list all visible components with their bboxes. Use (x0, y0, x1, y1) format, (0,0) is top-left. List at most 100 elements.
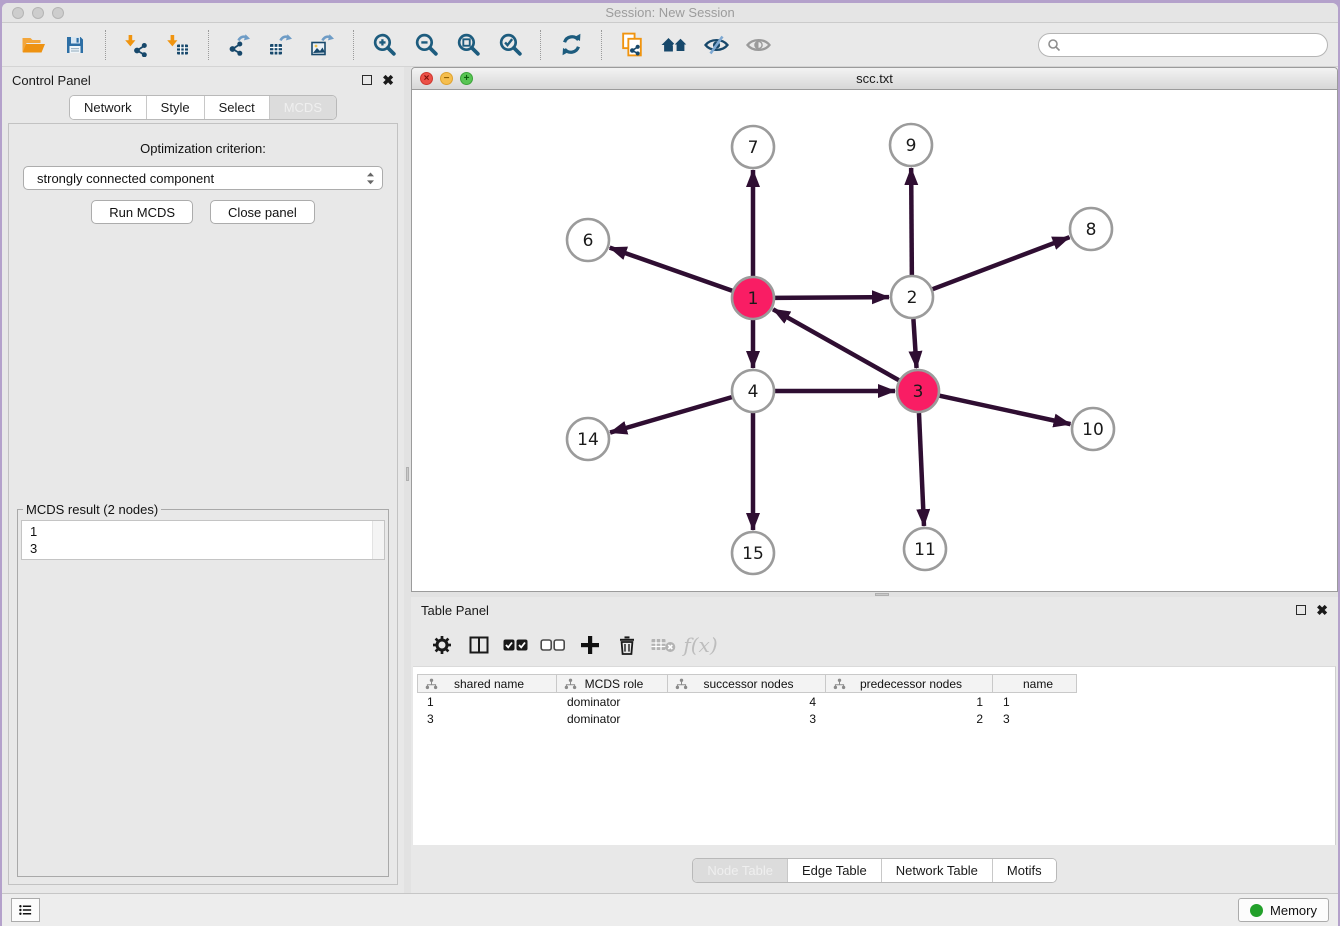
cell-mcds-role[interactable]: dominator (557, 695, 668, 709)
import-table-icon[interactable] (162, 29, 194, 61)
tab-network-table[interactable]: Network Table (882, 859, 993, 882)
close-window-icon[interactable] (12, 7, 24, 19)
column-header-predecessor-nodes[interactable]: predecessor nodes (826, 674, 993, 693)
add-column-icon[interactable] (571, 629, 608, 661)
cell-shared-name[interactable]: 3 (417, 712, 557, 726)
tab-style[interactable]: Style (147, 96, 205, 119)
zoom-in-icon[interactable] (368, 29, 400, 61)
mcds-result-list[interactable]: 13 (21, 520, 385, 560)
splitter-handle[interactable] (875, 593, 889, 596)
vertical-splitter[interactable] (404, 67, 411, 893)
edge-3-10[interactable] (939, 396, 1070, 424)
cell-successor-nodes[interactable]: 4 (668, 695, 826, 709)
edge-4-14[interactable] (610, 397, 732, 432)
edge-3-1[interactable] (773, 309, 899, 380)
node-table[interactable]: shared nameMCDS rolesuccessor nodesprede… (413, 666, 1336, 845)
save-session-icon[interactable] (59, 29, 91, 61)
zoom-fit-icon[interactable] (452, 29, 484, 61)
zoom-selected-icon[interactable] (494, 29, 526, 61)
tab-network[interactable]: Network (70, 96, 147, 119)
cell-mcds-role[interactable]: dominator (557, 712, 668, 726)
network-minimize-icon[interactable]: − (440, 72, 453, 85)
tab-motifs[interactable]: Motifs (993, 859, 1056, 882)
network-window-titlebar[interactable]: × − + scc.txt (412, 68, 1337, 90)
close-panel-icon[interactable]: ✖ (382, 75, 394, 85)
edge-1-6[interactable] (610, 248, 733, 291)
splitter-handle[interactable] (406, 467, 409, 481)
export-table-icon[interactable] (265, 29, 297, 61)
table-row[interactable]: 3dominator323 (417, 710, 1335, 727)
float-panel-icon[interactable] (362, 75, 372, 85)
tab-edge-table[interactable]: Edge Table (788, 859, 882, 882)
node-4[interactable]: 4 (732, 370, 774, 412)
table-settings-gear-icon[interactable] (423, 629, 460, 661)
tab-select[interactable]: Select (205, 96, 270, 119)
edge-1-2[interactable] (775, 297, 889, 298)
clone-network-icon[interactable] (616, 29, 648, 61)
close-panel-button[interactable]: Close panel (210, 200, 315, 224)
export-network-icon[interactable] (223, 29, 255, 61)
network-canvas[interactable]: 7 9 6 8 1 2 4 3 14 10 15 11 (412, 90, 1337, 591)
node-1[interactable]: 1 (732, 277, 774, 319)
import-network-icon[interactable] (120, 29, 152, 61)
cell-successor-nodes[interactable]: 3 (668, 712, 826, 726)
zoom-window-icon[interactable] (52, 7, 64, 19)
network-graph[interactable]: 7 9 6 8 1 2 4 3 14 10 15 11 (412, 90, 1338, 592)
zoom-out-icon[interactable] (410, 29, 442, 61)
node-9[interactable]: 9 (890, 124, 932, 166)
mcds-result-title: MCDS result (2 nodes) (23, 502, 161, 517)
export-image-icon[interactable] (307, 29, 339, 61)
horizontal-splitter[interactable] (411, 592, 1338, 597)
node-2[interactable]: 2 (891, 276, 933, 318)
criterion-select[interactable]: strongly connected component (23, 166, 383, 190)
table-row[interactable]: 1dominator411 (417, 693, 1335, 710)
float-panel-icon[interactable] (1296, 605, 1306, 615)
column-header-successor-nodes[interactable]: successor nodes (668, 674, 826, 693)
column-header-shared-name[interactable]: shared name (417, 674, 557, 693)
function-builder-icon[interactable]: f(x) (682, 629, 719, 661)
deselect-all-rows-icon[interactable] (534, 629, 571, 661)
table-body: 1dominator4113dominator323 (417, 693, 1335, 727)
edge-2-3[interactable] (913, 319, 916, 368)
node-8[interactable]: 8 (1070, 208, 1112, 250)
close-panel-icon[interactable]: ✖ (1316, 605, 1328, 615)
minimize-window-icon[interactable] (32, 7, 44, 19)
cell-predecessor-nodes[interactable]: 2 (826, 712, 993, 726)
column-header-mcds-role[interactable]: MCDS role (557, 674, 668, 693)
cell-name[interactable]: 3 (993, 712, 1077, 726)
node-14[interactable]: 14 (567, 418, 609, 460)
task-history-button[interactable] (11, 898, 40, 922)
show-graphics-details-icon[interactable] (742, 29, 774, 61)
edge-3-11[interactable] (919, 413, 924, 526)
run-mcds-button[interactable]: Run MCDS (91, 200, 193, 224)
cell-shared-name[interactable]: 1 (417, 695, 557, 709)
open-session-icon[interactable] (17, 29, 49, 61)
split-panel-icon[interactable] (460, 629, 497, 661)
apply-layout-refresh-icon[interactable] (555, 29, 587, 61)
edge-2-9[interactable] (911, 168, 912, 275)
cell-name[interactable]: 1 (993, 695, 1077, 709)
column-header-name[interactable]: name (993, 674, 1077, 693)
memory-button[interactable]: Memory (1238, 898, 1329, 922)
hide-graphics-details-icon[interactable] (700, 29, 732, 61)
network-maximize-icon[interactable]: + (460, 72, 473, 85)
node-3[interactable]: 3 (897, 370, 939, 412)
select-all-rows-icon[interactable] (497, 629, 534, 661)
search-icon (1047, 38, 1061, 52)
result-scrollbar[interactable] (372, 521, 384, 559)
edge-2-8[interactable] (933, 237, 1070, 289)
home-neighborhood-icon[interactable] (658, 29, 690, 61)
node-11[interactable]: 11 (904, 528, 946, 570)
tab-mcds[interactable]: MCDS (270, 96, 336, 119)
tab-node-table[interactable]: Node Table (693, 859, 788, 882)
node-6[interactable]: 6 (567, 219, 609, 261)
cell-predecessor-nodes[interactable]: 1 (826, 695, 993, 709)
delete-table-icon[interactable] (645, 629, 682, 661)
search-input[interactable] (1038, 33, 1328, 57)
node-10[interactable]: 10 (1072, 408, 1114, 450)
node-7[interactable]: 7 (732, 126, 774, 168)
toolbar-separator (208, 30, 209, 60)
delete-column-icon[interactable] (608, 629, 645, 661)
network-close-icon[interactable]: × (420, 72, 433, 85)
node-15[interactable]: 15 (732, 532, 774, 574)
